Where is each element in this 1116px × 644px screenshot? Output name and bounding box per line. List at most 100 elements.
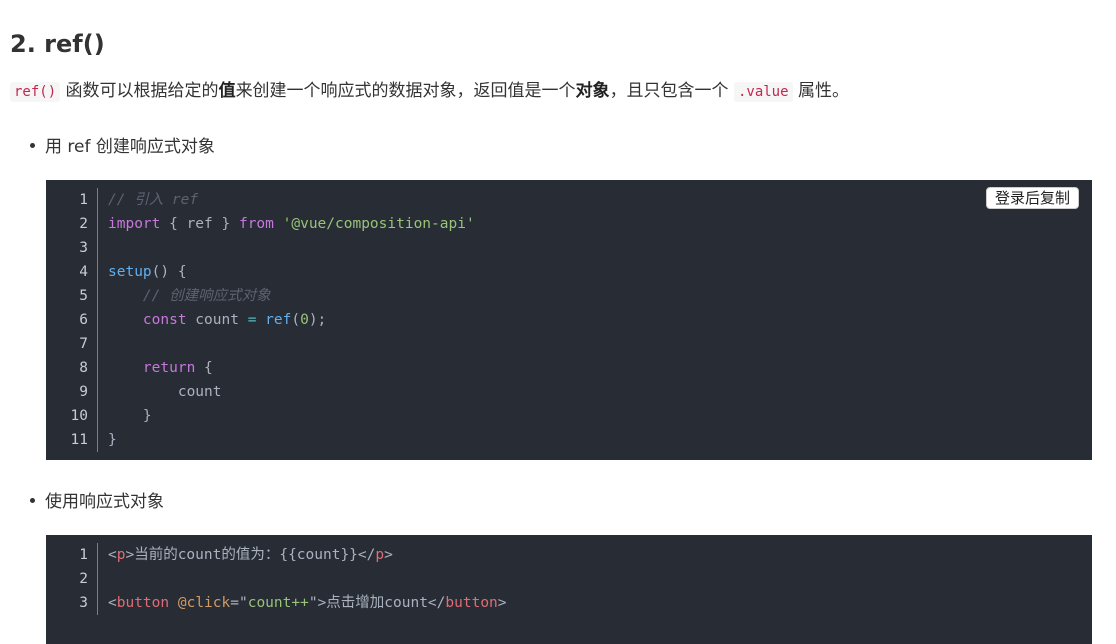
line-number: 8 <box>46 356 98 380</box>
line-code: } <box>98 404 152 428</box>
code-token: > <box>384 547 393 563</box>
line-code: // 引入 ref <box>98 188 198 212</box>
inline-code-ref: ref() <box>10 82 61 102</box>
code-line: 3 <box>46 236 1092 260</box>
code-token: p <box>375 547 385 563</box>
code-token: =" <box>230 595 248 611</box>
code-token: setup <box>108 264 152 280</box>
code-line: 9 count <box>46 380 1092 404</box>
line-number: 3 <box>46 236 98 260</box>
code-token: count <box>108 384 222 400</box>
line-number: 9 <box>46 380 98 404</box>
code-token: // 创建响应式对象 <box>142 288 271 304</box>
line-code: return { <box>98 356 213 380</box>
code-token: @click <box>177 595 231 611</box>
code-line: 2 <box>46 567 1092 591</box>
code-token: count++ <box>247 595 309 611</box>
code-block-use: 1 <p>当前的count的值为：{{count}}</p> 2 3 <button @… <box>46 535 1092 644</box>
line-code: const count = ref(0); <box>98 308 326 332</box>
line-code: <p>当前的count的值为：{{count}}</p> <box>98 543 393 567</box>
code-line: 2 import { ref } from '@vue/composition-a… <box>46 212 1092 236</box>
line-number: 1 <box>46 188 98 212</box>
code-token: return <box>142 360 196 376</box>
code-token: < <box>108 547 117 563</box>
line-number: 4 <box>46 260 98 284</box>
line-number: 11 <box>46 428 98 452</box>
code-line: 10 } <box>46 404 1092 428</box>
code-token: const <box>142 312 187 328</box>
code-token: () { <box>151 264 187 280</box>
code-line: 6 const count = ref(0); <box>46 308 1092 332</box>
code-token: from <box>238 216 274 232</box>
line-code: count <box>98 380 222 404</box>
code-token: < <box>108 595 117 611</box>
code-token: > <box>497 595 507 611</box>
code-token: } <box>108 408 152 424</box>
code-token: ">点击增加count</ <box>308 595 446 611</box>
line-number: 7 <box>46 332 98 356</box>
code-token: button <box>116 595 170 611</box>
code-token: ref <box>265 312 292 328</box>
line-number: 6 <box>46 308 98 332</box>
bullet-dot <box>30 497 35 503</box>
code-line: 7 <box>46 332 1092 356</box>
copy-button[interactable]: 登录后复制 <box>985 187 1079 209</box>
bullet-dot <box>30 142 35 148</box>
line-number: 2 <box>46 567 98 591</box>
code-token: // 引入 ref <box>108 192 199 208</box>
code-line: 1 // 引入 ref <box>46 188 1092 212</box>
code-token: ( <box>291 312 301 328</box>
line-number: 1 <box>46 543 98 567</box>
code-line: 11} <box>46 428 1092 452</box>
inline-code-value: .value <box>733 82 793 102</box>
intro-text-2: 来创建一个响应式的数据对象，返回值是一个 <box>235 81 576 101</box>
code-token: count <box>186 312 248 328</box>
bullet-item-use: 使用响应式对象 <box>30 489 164 515</box>
code-lines: 1// 引入 ref 2 import { ref } from '@vue/com… <box>46 188 1092 452</box>
intro-text-3: ，且只包含一个 <box>609 81 734 101</box>
intro-paragraph: ref() 函数可以根据给定的值来创建一个响应式的数据对象，返回值是一个对象，且… <box>10 78 1100 105</box>
bullet-text-use: 使用响应式对象 <box>45 492 164 512</box>
line-number: 2 <box>46 212 98 236</box>
intro-text-4: 属性。 <box>792 81 849 101</box>
code-token: ); <box>308 312 327 328</box>
code-token: >当前的count的值为：{{count}}</ <box>125 547 376 563</box>
code-token: import <box>108 216 161 232</box>
bullet-item-create: 用 ref 创建响应式对象 <box>30 134 215 160</box>
code-token: } <box>108 432 117 448</box>
line-code: import { ref } from '@vue/composition-ap… <box>98 212 475 236</box>
code-line: 5 // 创建响应式对象 <box>46 284 1092 308</box>
line-number: 3 <box>46 591 98 615</box>
line-code: <button @click="count++">点击增加count</butt… <box>98 591 507 615</box>
line-code: } <box>98 428 117 452</box>
line-code: // 创建响应式对象 <box>98 284 271 308</box>
line-number: 10 <box>46 404 98 428</box>
section-heading: 2. ref() <box>10 30 105 58</box>
code-token: button <box>445 595 498 611</box>
code-token: { ref } <box>160 216 239 232</box>
code-token: '@vue/composition-api' <box>282 216 475 232</box>
intro-bold-object: 对象 <box>575 81 610 101</box>
code-line: 3 <button @click="count++">点击增加count</but… <box>46 591 1092 615</box>
intro-text-1: 函数可以根据给定的 <box>60 81 219 101</box>
intro-bold-value: 值 <box>218 81 236 101</box>
code-lines: 1 <p>当前的count的值为：{{count}}</p> 2 3 <button @… <box>46 543 1092 615</box>
code-block-create: 1// 引入 ref 2 import { ref } from '@vue/com… <box>46 180 1092 460</box>
bullet-text-create: 用 ref 创建响应式对象 <box>45 137 215 157</box>
code-token: { <box>195 360 213 376</box>
line-number: 5 <box>46 284 98 308</box>
code-token: 0 <box>300 312 309 328</box>
line-code: setup() { <box>98 260 187 284</box>
code-line: 1 <p>当前的count的值为：{{count}}</p> <box>46 543 1092 567</box>
code-line: 8 return { <box>46 356 1092 380</box>
code-line: 4 setup() { <box>46 260 1092 284</box>
